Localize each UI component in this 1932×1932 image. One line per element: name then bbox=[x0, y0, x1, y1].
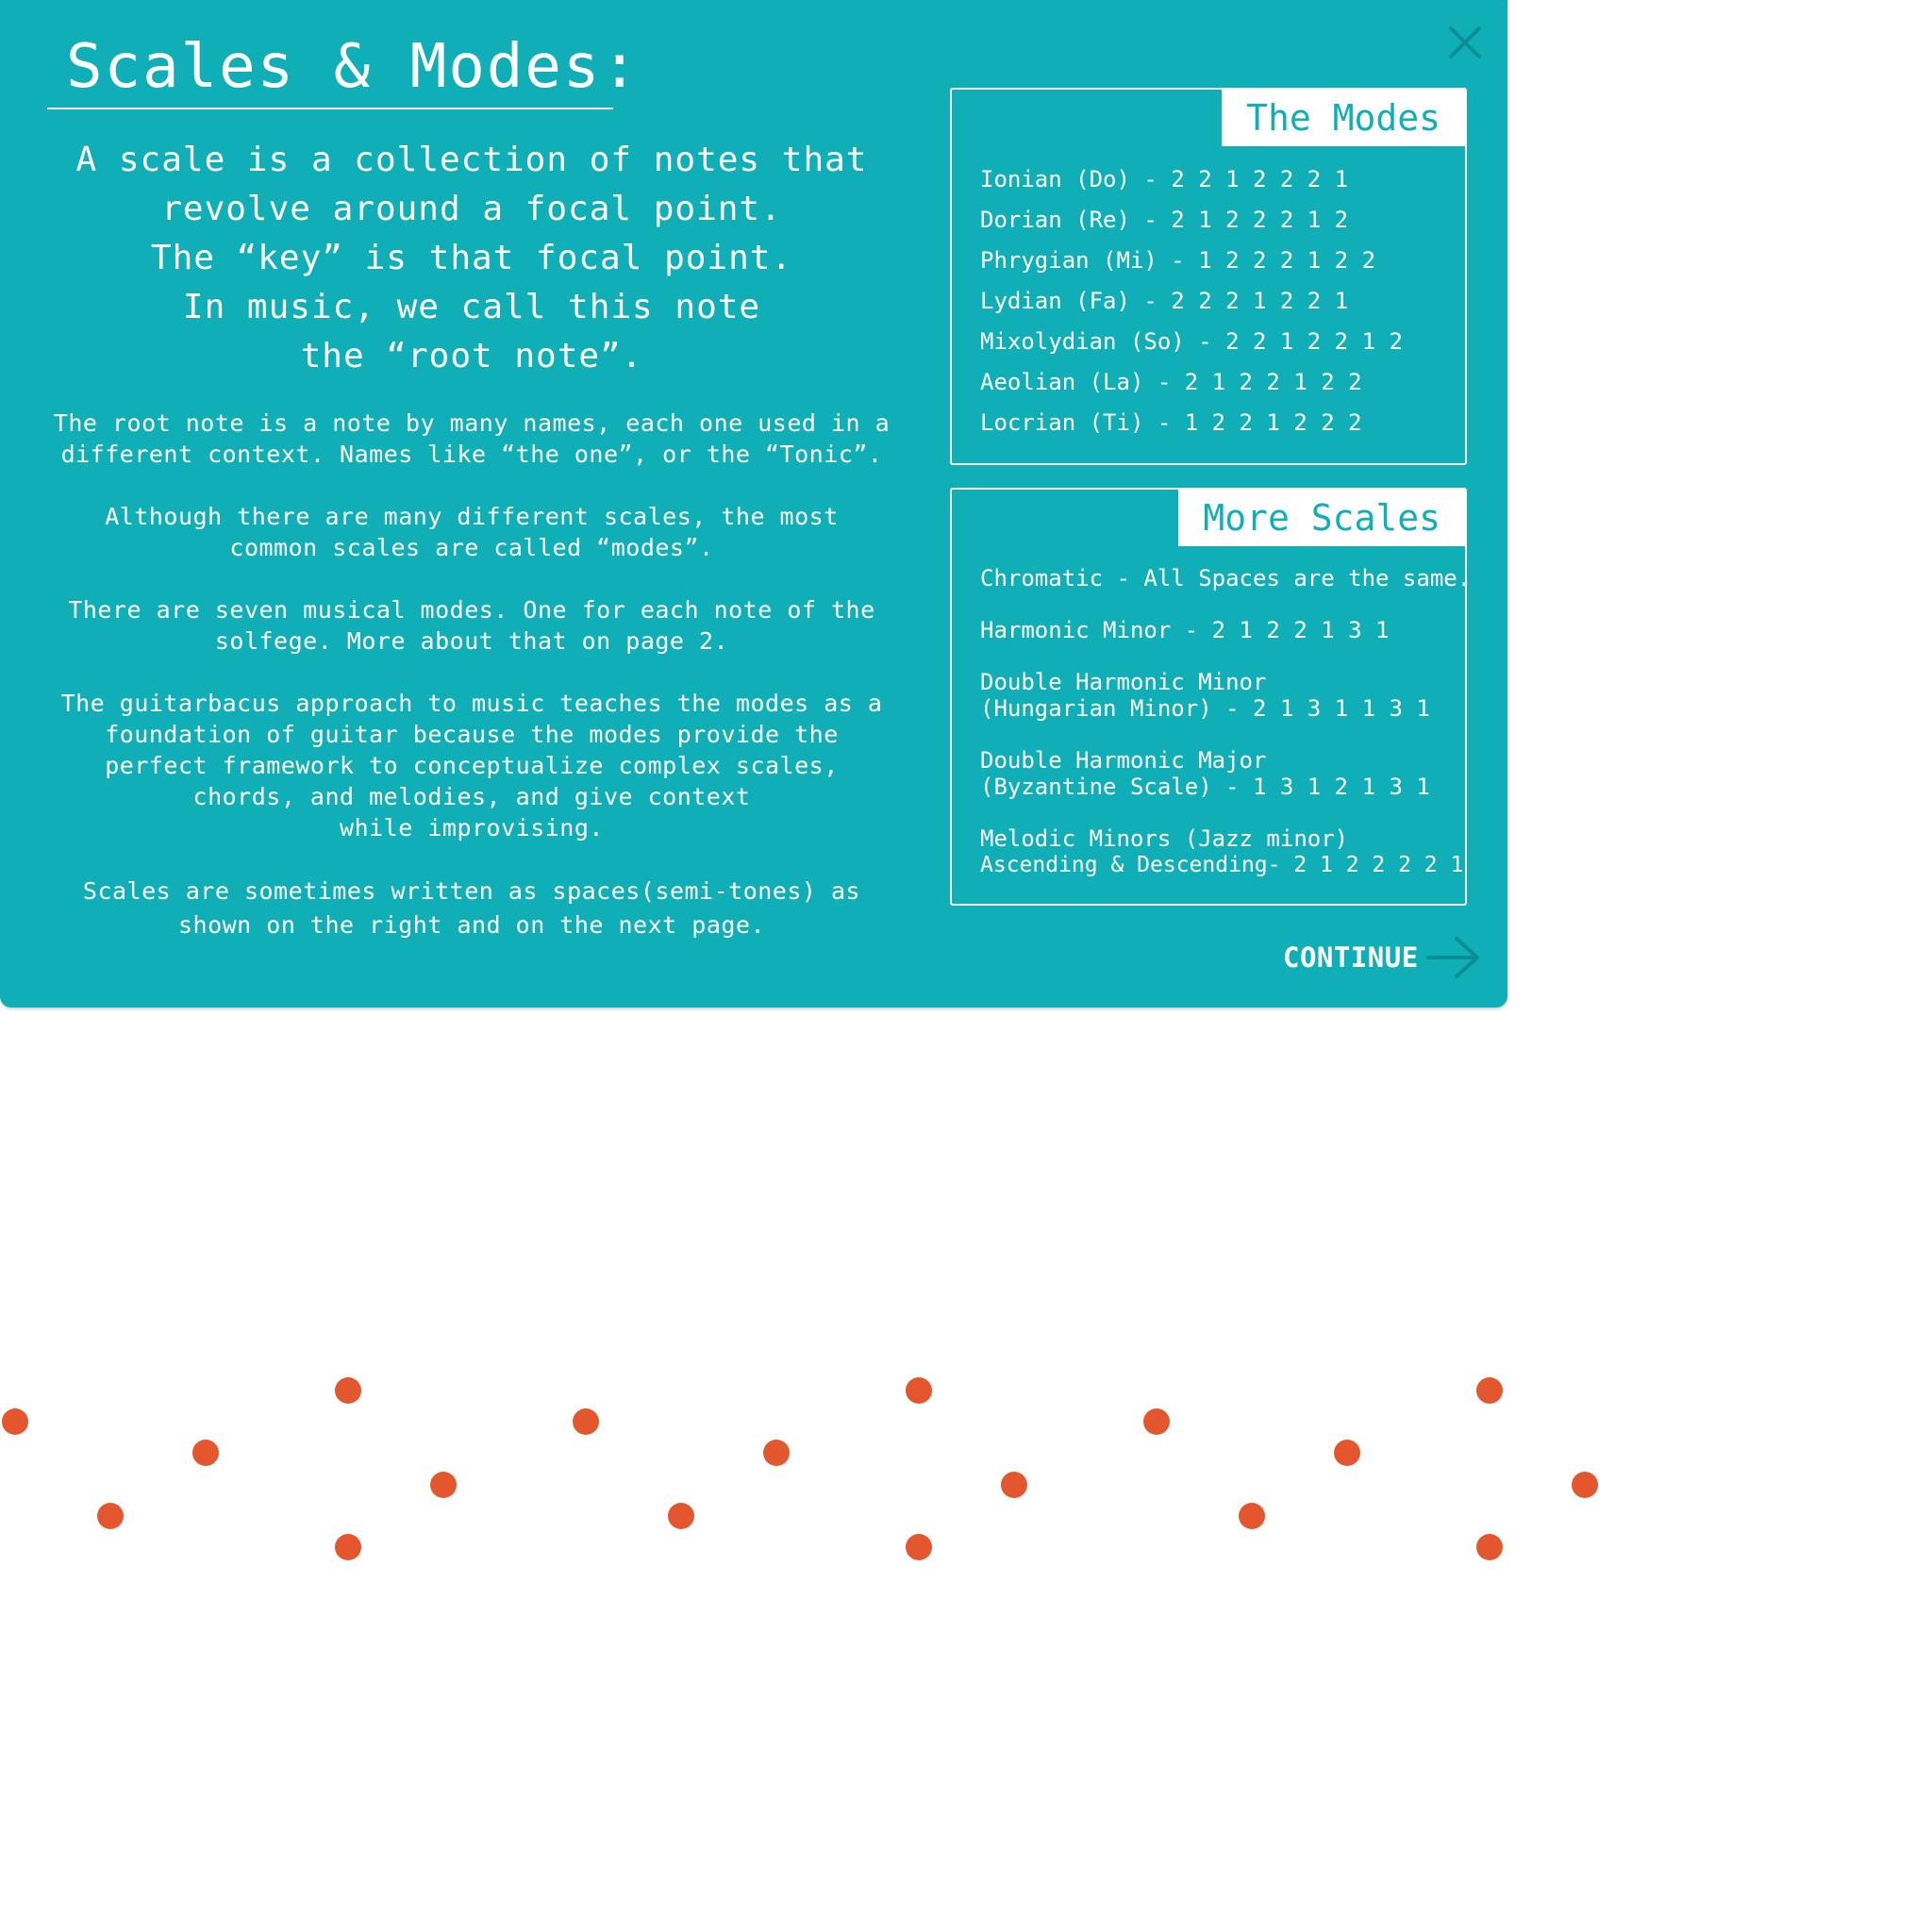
mode-item: Aeolian (La) - 2 1 2 2 1 2 2 bbox=[980, 369, 1362, 395]
paragraph-root-note: The root note is a note by many names, e… bbox=[19, 408, 924, 470]
scale-item-line: Double Harmonic Major bbox=[980, 747, 1267, 774]
mode-item: Lydian (Fa) - 2 2 2 1 2 2 1 bbox=[980, 288, 1349, 314]
decoration-dot bbox=[573, 1408, 599, 1435]
paragraph-semitones: Scales are sometimes written as spaces(s… bbox=[19, 874, 924, 942]
decoration-dot bbox=[1572, 1472, 1598, 1498]
decoration-dot bbox=[430, 1472, 457, 1498]
paragraph-line: common scales are called “modes”. bbox=[229, 534, 714, 561]
mode-item: Ionian (Do) - 2 2 1 2 2 2 1 bbox=[980, 166, 1349, 192]
page-title: Scales & Modes: bbox=[47, 28, 638, 109]
paragraph-line: while improvising. bbox=[340, 814, 604, 841]
intro-line: revolve around a focal point. bbox=[161, 190, 782, 228]
paragraph-line: foundation of guitar because the modes p… bbox=[105, 721, 839, 748]
scale-item: Double Harmonic Minor (Hungarian Minor) … bbox=[980, 669, 1457, 722]
close-button[interactable] bbox=[1445, 23, 1485, 62]
intro-line: the “root note”. bbox=[300, 337, 643, 375]
decoration-dot bbox=[763, 1440, 790, 1466]
decoration-dot bbox=[1476, 1534, 1503, 1560]
scale-item-line: Ascending & Descending- 2 1 2 2 2 2 1 bbox=[980, 853, 1464, 877]
modes-list: Ionian (Do) - 2 2 1 2 2 2 1 Dorian (Re) … bbox=[980, 163, 1457, 447]
more-scales-panel-title: More Scales bbox=[1178, 490, 1465, 546]
paragraph-line: Although there are many different scales… bbox=[105, 503, 839, 530]
decoration-dot bbox=[1001, 1472, 1027, 1498]
arrow-right-icon[interactable] bbox=[1425, 935, 1481, 980]
scale-item: Double Harmonic Major (Byzantine Scale) … bbox=[980, 747, 1457, 800]
paragraph-line: shown on the right and on the next page. bbox=[177, 911, 766, 939]
more-scales-panel: More Scales Chromatic - All Spaces are t… bbox=[950, 488, 1472, 906]
decoration-dot bbox=[2, 1408, 28, 1435]
decoration-dot bbox=[192, 1440, 219, 1466]
mode-item: Phrygian (Mi) - 1 2 2 2 1 2 2 bbox=[980, 247, 1376, 274]
paragraph-line: Scales are sometimes written as spaces(s… bbox=[82, 877, 861, 905]
decoration-dot bbox=[668, 1503, 694, 1529]
decoration-dot bbox=[1239, 1503, 1265, 1529]
paragraph-line: perfect framework to conceptualize compl… bbox=[105, 752, 839, 779]
paragraph-line: solfege. More about that on page 2. bbox=[214, 627, 729, 655]
scale-item-line: Harmonic Minor - 2 1 2 2 1 3 1 bbox=[980, 617, 1390, 643]
paragraph-scales: Although there are many different scales… bbox=[19, 501, 924, 563]
scale-item-line: Melodic Minors (Jazz minor) bbox=[980, 825, 1349, 852]
paragraph-seven-modes: There are seven musical modes. One for e… bbox=[19, 594, 924, 657]
intro-line: A scale is a collection of notes that bbox=[75, 141, 868, 179]
more-scales-list: Chromatic - All Spaces are the same. Har… bbox=[980, 565, 1472, 904]
decoration-dot bbox=[906, 1534, 932, 1560]
continue-button[interactable]: CONTINUE bbox=[1283, 934, 1481, 981]
intro-line: The “key” is that focal point. bbox=[150, 239, 793, 277]
mode-item: Dorian (Re) - 2 1 2 2 2 1 2 bbox=[980, 207, 1349, 233]
paragraph-approach: The guitarbacus approach to music teache… bbox=[19, 688, 924, 843]
scale-item-line: Double Harmonic Minor bbox=[980, 669, 1267, 695]
paragraph-line: different context. Names like “the one”,… bbox=[60, 441, 883, 468]
continue-label[interactable]: CONTINUE bbox=[1283, 941, 1419, 974]
modes-panel-title: The Modes bbox=[1222, 90, 1465, 146]
scale-item: Chromatic - All Spaces are the same. bbox=[980, 565, 1472, 591]
scale-item-line: Chromatic - All Spaces are the same. bbox=[980, 565, 1472, 591]
scale-item: Melodic Minors (Jazz minor) Ascending & … bbox=[980, 825, 1464, 878]
decoration-dot bbox=[906, 1377, 932, 1404]
scale-item: Harmonic Minor - 2 1 2 2 1 3 1 bbox=[980, 617, 1457, 643]
scales-modes-modal: Scales & Modes: A scale is a collection … bbox=[0, 0, 1507, 1008]
mode-item: Mixolydian (So) - 2 2 1 2 2 1 2 bbox=[980, 328, 1403, 355]
scale-item-line: (Hungarian Minor) - 2 1 3 1 1 3 1 bbox=[980, 695, 1430, 722]
paragraph-line: chords, and melodies, and give context bbox=[192, 783, 751, 810]
intro-text: A scale is a collection of notes that re… bbox=[19, 136, 924, 381]
paragraph-line: There are seven musical modes. One for e… bbox=[68, 596, 875, 624]
page-title-text: Scales & Modes: bbox=[66, 32, 640, 102]
decoration-dot bbox=[97, 1503, 124, 1529]
close-icon[interactable] bbox=[1445, 23, 1485, 62]
decoration-dot bbox=[1476, 1377, 1503, 1404]
decoration-dot bbox=[1143, 1408, 1170, 1435]
intro-line: In music, we call this note bbox=[182, 288, 761, 326]
paragraph-line: The guitarbacus approach to music teache… bbox=[60, 690, 883, 717]
body-text: The root note is a note by many names, e… bbox=[19, 408, 924, 974]
mode-item: Locrian (Ti) - 1 2 2 1 2 2 2 bbox=[980, 409, 1362, 436]
modes-panel: The Modes Ionian (Do) - 2 2 1 2 2 2 1 Do… bbox=[950, 88, 1467, 465]
decoration-dot bbox=[335, 1534, 361, 1560]
scale-item-line: (Byzantine Scale) - 1 3 1 2 1 3 1 bbox=[980, 774, 1430, 800]
paragraph-line: The root note is a note by many names, e… bbox=[53, 409, 891, 437]
decoration-dot bbox=[1334, 1440, 1360, 1466]
decoration-dot bbox=[335, 1377, 361, 1404]
